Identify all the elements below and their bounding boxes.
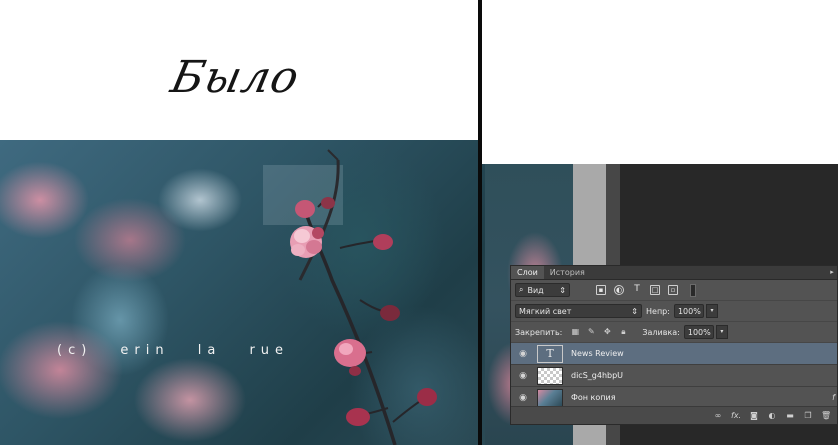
layer-name: dicS_g4hbpU	[571, 371, 624, 380]
layer-row[interactable]: ◉ T News Review	[511, 343, 837, 365]
eye-icon[interactable]: ◉	[517, 348, 529, 360]
trash-icon[interactable]: 🗑︎	[821, 411, 831, 421]
blend-mode-select[interactable]: Мягкий свет ⇕	[515, 304, 642, 318]
smart-object-filter-icon[interactable]: ▫	[668, 285, 678, 295]
layer-thumbnail	[537, 388, 563, 407]
filter-icons: ▪ ◐ T □ ▫	[596, 285, 678, 295]
shape-filter-icon[interactable]: □	[650, 285, 660, 295]
opacity-label: Непр:	[646, 306, 670, 316]
fill-label: Заливка:	[642, 327, 680, 337]
cherry-blossom-branch	[263, 149, 437, 445]
blend-mode-value: Мягкий свет	[519, 306, 572, 316]
opacity-dropdown-button[interactable]: ▾	[705, 304, 718, 318]
mask-icon[interactable]: ◙	[749, 411, 759, 421]
new-layer-icon[interactable]: ❐	[803, 411, 813, 421]
panel-footer: ∞ fx. ◙ ◐ ▬ ❐ 🗑︎	[511, 406, 837, 424]
chevron-updown-icon: ⇕	[559, 285, 566, 295]
filter-toggle[interactable]	[690, 283, 696, 297]
lock-move-icon[interactable]: ✥	[602, 327, 612, 337]
layer-kind-label: Вид	[527, 285, 544, 295]
right-blank-area	[482, 0, 838, 164]
eye-icon[interactable]: ◉	[517, 370, 529, 382]
layer-kind-filter[interactable]: ⌕ Вид ⇕	[515, 283, 570, 297]
photo-watermark: (c) erin la rue	[57, 343, 290, 358]
before-photo: (c) erin la rue	[0, 140, 485, 445]
before-label: Было	[166, 52, 305, 103]
link-icon[interactable]: ∞	[713, 411, 723, 421]
layer-row[interactable]: ◉ dicS_g4hbpU	[511, 365, 837, 387]
fill-dropdown-button[interactable]: ▾	[715, 325, 728, 339]
filter-row: ⌕ Вид ⇕ ▪ ◐ T □ ▫	[511, 280, 837, 301]
tab-layers[interactable]: Слои	[511, 266, 544, 279]
image-filter-icon[interactable]: ▪	[596, 285, 606, 295]
search-icon: ⌕	[519, 285, 524, 294]
eye-icon[interactable]: ◉	[517, 392, 529, 404]
layer-name: Фон копия	[571, 393, 616, 402]
tab-history[interactable]: История	[544, 266, 591, 279]
panel-menu-icon[interactable]: ▸	[827, 266, 837, 279]
adjustment-filter-icon[interactable]: ◐	[614, 285, 624, 295]
before-caption-area: Было	[0, 0, 478, 140]
panel-tab-bar: Слои История ▸	[511, 266, 837, 280]
lock-label: Закрепить:	[515, 327, 563, 337]
chevron-updown-icon: ⇕	[631, 306, 638, 316]
opacity-input[interactable]: 100%	[673, 304, 704, 318]
layer-name: News Review	[571, 349, 624, 358]
layer-thumbnail	[537, 366, 563, 385]
adjustment-icon[interactable]: ◐	[767, 411, 777, 421]
lock-icons: ▦ ✎ ✥ 🔒︎	[570, 327, 628, 337]
lock-transparency-icon[interactable]: ▦	[570, 327, 580, 337]
fill-input[interactable]: 100%	[683, 325, 714, 339]
lock-all-icon[interactable]: 🔒︎	[618, 327, 628, 337]
blend-row: Мягкий свет ⇕ Непр: 100% ▾	[511, 301, 837, 322]
folder-icon[interactable]: ▬	[785, 411, 795, 421]
lock-brush-icon[interactable]: ✎	[586, 327, 596, 337]
text-filter-icon[interactable]: T	[632, 285, 642, 295]
fx-icon[interactable]: fx.	[731, 411, 741, 421]
layers-panel: Слои История ▸ ⌕ Вид ⇕ ▪ ◐ T □ ▫ Мягкий …	[510, 265, 838, 425]
lock-row: Закрепить: ▦ ✎ ✥ 🔒︎ Заливка: 100% ▾	[511, 322, 837, 343]
layer-effects-icon[interactable]: f	[832, 393, 835, 402]
text-layer-thumbnail: T	[537, 344, 563, 363]
